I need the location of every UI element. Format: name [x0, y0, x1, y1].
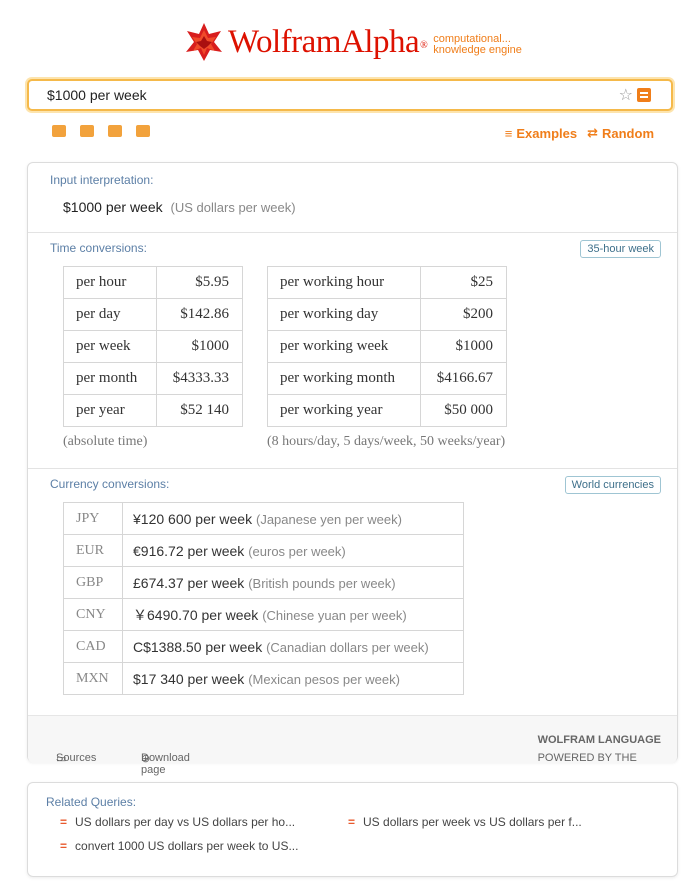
absolute-time-note: (absolute time)	[63, 434, 148, 449]
keyboard-icon[interactable]	[52, 125, 66, 137]
toolbar-links: ≡ Examples ⇄ Random	[505, 125, 654, 141]
table-row: GBP £674.37 per week (British pounds per …	[63, 566, 464, 599]
working-time-table: per working hour $25 per working day $200 …	[267, 266, 507, 427]
absolute-time-table: per hour $5.95 per day $142.86 per week $10…	[63, 266, 243, 427]
random-link[interactable]: ⇄ Random	[587, 125, 654, 141]
search-input[interactable]: $1000 per week ☆	[27, 79, 673, 111]
powered-by[interactable]: POWERED BY THE WOLFRAM LANGUAGE	[538, 734, 661, 764]
table-row: per working week $1000	[267, 330, 507, 363]
table-row: per working year $50 000	[267, 394, 507, 427]
table-row: per year $52 140	[63, 394, 243, 427]
input-interpretation: $1000 per week (US dollars per week)	[63, 199, 296, 215]
brand-name: WolframAlpha®	[228, 24, 428, 60]
table-row: per working hour $25	[267, 266, 507, 299]
table-row: JPY ¥120 600 per week (Japanese yen per w…	[63, 502, 464, 535]
wolfram-spikey-icon	[186, 23, 222, 61]
table-row: MXN $17 340 per week (Mexican pesos per w…	[63, 662, 464, 695]
list-icon: ≡	[504, 125, 513, 141]
table-row: per week $1000	[63, 330, 243, 363]
related-query-item[interactable]: = US dollars per week vs US dollars per f…	[348, 815, 582, 829]
extended-keyboard-icon[interactable]	[136, 125, 150, 137]
equals-icon: =	[60, 839, 68, 853]
data-input-icon[interactable]	[108, 125, 122, 137]
table-row: per working day $200	[267, 298, 507, 331]
table-row: per month $4333.33	[63, 362, 243, 395]
table-row: per day $142.86	[63, 298, 243, 331]
pod-title-input: Input interpretation:	[50, 173, 154, 187]
divider	[28, 468, 677, 469]
related-query-item[interactable]: = convert 1000 US dollars per week to US.…	[60, 839, 298, 853]
results-card: Input interpretation: $1000 per week (US…	[27, 162, 678, 776]
world-currencies-button[interactable]: World currencies	[564, 476, 661, 494]
input-tools	[52, 125, 150, 137]
table-row: per hour $5.95	[63, 266, 243, 299]
related-title: Related Queries:	[46, 795, 137, 809]
divider	[28, 232, 677, 233]
wolframalpha-logo[interactable]: WolframAlpha® computational... knowledge …	[184, 20, 522, 64]
equals-icon: =	[60, 815, 68, 829]
table-row: CNY ￥6490.70 per week (Chinese yuan per w…	[63, 598, 464, 631]
table-row: CAD C$1388.50 per week (Canadian dollars …	[63, 630, 464, 663]
camera-upload-icon[interactable]	[80, 125, 94, 137]
results-footer: ▭ Sources ⊕ Download page POWERED BY THE W…	[28, 715, 677, 776]
shuffle-icon: ⇄	[587, 125, 598, 140]
pod-title-currency: Currency conversions:	[50, 477, 170, 491]
pod-title-time: Time conversions:	[50, 241, 147, 255]
star-icon[interactable]: ☆	[619, 85, 633, 105]
examples-link[interactable]: ≡ Examples	[505, 125, 577, 141]
table-row: EUR €916.72 per week (euros per week)	[63, 534, 464, 567]
related-queries: Related Queries: = US dollars per day vs …	[27, 782, 678, 877]
working-time-note: (8 hours/day, 5 days/week, 50 weeks/year…	[267, 434, 506, 449]
35-hour-week-button[interactable]: 35-hour week	[580, 240, 661, 258]
currency-table: JPY ¥120 600 per week (Japanese yen per w…	[63, 502, 464, 695]
table-row: per working month $4166.67	[267, 362, 507, 395]
brand-tagline: computational... knowledge engine	[433, 33, 522, 56]
equals-icon: =	[348, 815, 356, 829]
related-query-item[interactable]: = US dollars per day vs US dollars per ho…	[60, 815, 295, 829]
search-query-text[interactable]: $1000 per week	[47, 87, 147, 103]
compute-button[interactable]	[637, 88, 651, 102]
